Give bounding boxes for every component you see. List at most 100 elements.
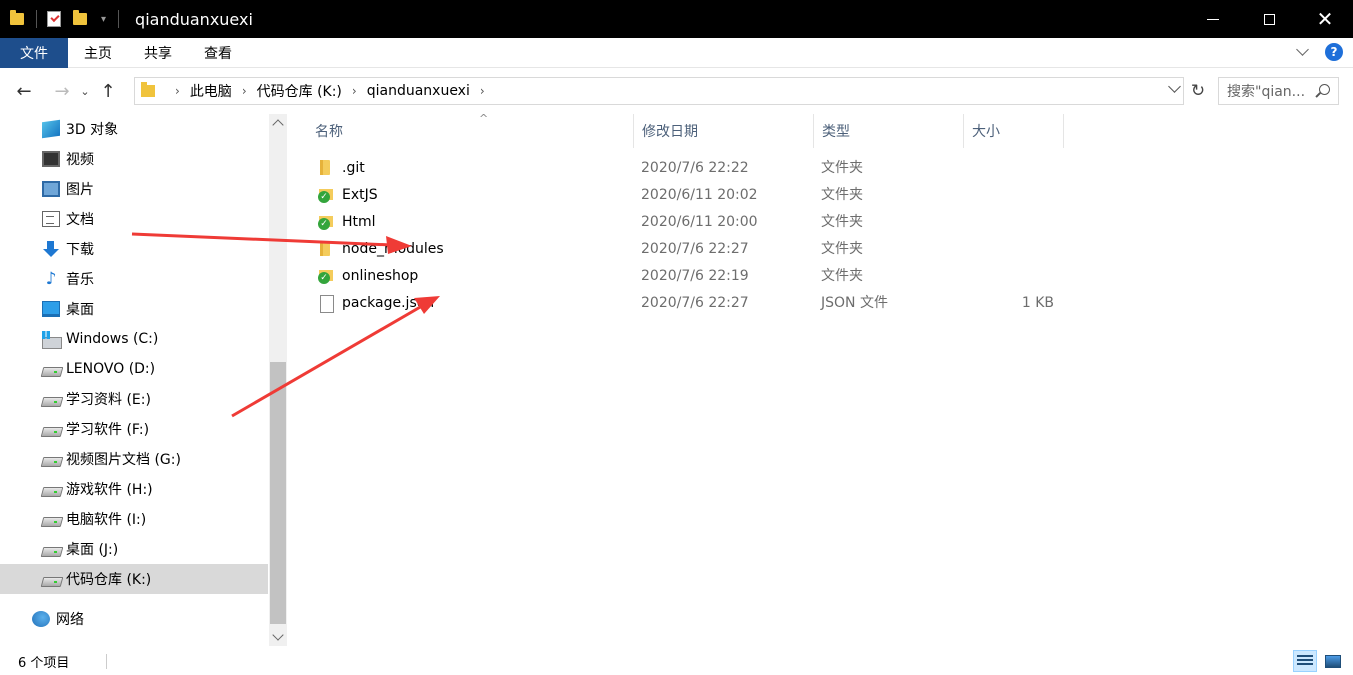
file-date: 2020/6/11 20:02 (641, 187, 758, 203)
nav-item-desktop[interactable]: 桌面 (0, 294, 268, 324)
file-name: onlineshop (342, 268, 419, 284)
nav-item-label: 桌面 (J:) (66, 542, 119, 558)
nav-item-drive-h[interactable]: 游戏软件 (H:) (0, 474, 268, 504)
music-icon: ♪ (45, 269, 57, 289)
address-bar[interactable]: › 此电脑 › 代码仓库 (K:) › qianduanxuexi › (134, 77, 1184, 105)
tab-view[interactable]: 查看 (188, 38, 248, 68)
breadcrumb-this-pc[interactable]: 此电脑 (190, 81, 232, 101)
details-view-button[interactable] (1293, 650, 1317, 672)
nav-item-label: 电脑软件 (I:) (66, 512, 147, 528)
title-bar: ▾ qianduanxuexi ✕ (0, 0, 1353, 38)
nav-item-label: 视频 (66, 152, 94, 168)
file-size (1012, 263, 1054, 290)
breadcrumb-drive-k[interactable]: 代码仓库 (K:) (257, 81, 342, 101)
ribbon-tabs: 文件 主页 共享 查看 ? (0, 37, 1353, 68)
breadcrumb-current-folder[interactable]: qianduanxuexi (367, 83, 470, 99)
file-date: 2020/7/6 22:19 (641, 268, 749, 284)
synced-folder-icon (318, 268, 334, 284)
recent-locations-button[interactable]: ⌄ (76, 77, 94, 105)
up-button[interactable]: ↑ (94, 77, 122, 105)
column-header-date[interactable]: 修改日期 (634, 114, 814, 148)
large-icons-view-icon (1325, 654, 1341, 668)
nav-item-network[interactable]: 网络 (0, 604, 268, 634)
file-date: 2020/7/6 22:22 (641, 160, 749, 176)
column-header-type[interactable]: 类型 (814, 114, 964, 148)
nav-item-drive-j[interactable]: 桌面 (J:) (0, 534, 268, 564)
close-button[interactable]: ✕ (1297, 0, 1353, 38)
back-button[interactable]: ← (10, 77, 38, 105)
nav-item-drive-f[interactable]: 学习软件 (F:) (0, 414, 268, 444)
maximize-icon (1263, 13, 1275, 25)
search-input[interactable]: 搜索"qian... (1218, 77, 1339, 105)
folder-icon[interactable] (10, 10, 24, 25)
drive-icon (42, 451, 60, 467)
nav-item-drive-c[interactable]: Windows (C:) (0, 324, 268, 354)
nav-item-label: 图片 (66, 182, 94, 198)
tab-file[interactable]: 文件 (0, 37, 68, 68)
nav-item-music[interactable]: ♪ 音乐 (0, 264, 268, 294)
nav-item-label: Windows (C:) (66, 331, 159, 347)
nav-item-label: LENOVO (D:) (66, 361, 156, 377)
nav-item-drive-g[interactable]: 视频图片文档 (G:) (0, 444, 268, 474)
large-icons-view-button[interactable] (1321, 650, 1345, 672)
column-header-size[interactable]: 大小 (964, 114, 1064, 148)
nav-item-label: 视频图片文档 (G:) (66, 452, 181, 468)
forward-button[interactable]: → (48, 77, 76, 105)
navigation-scrollbar[interactable] (269, 114, 287, 646)
refresh-button[interactable]: ↻ (1186, 79, 1210, 103)
chevron-right-icon[interactable]: › (242, 84, 247, 98)
scroll-down-icon[interactable] (269, 628, 287, 646)
scrollbar-thumb[interactable] (270, 362, 286, 624)
file-row[interactable]: onlineshop 2020/7/6 22:19 文件夹 (312, 263, 1072, 290)
search-icon[interactable] (1319, 84, 1330, 95)
minimize-icon (1207, 18, 1219, 20)
window-title: qianduanxuexi (135, 9, 253, 29)
nav-item-label: 代码仓库 (K:) (66, 572, 152, 588)
chevron-right-icon[interactable]: › (480, 84, 485, 98)
nav-item-documents[interactable]: 文档 (0, 204, 268, 234)
maximize-button[interactable] (1241, 0, 1297, 38)
file-list: 名称 ^ 修改日期 类型 大小 .git 2020/7/6 22:22 文件夹 … (292, 112, 1353, 646)
scroll-up-icon[interactable] (269, 114, 287, 132)
nav-item-drive-e[interactable]: 学习资料 (E:) (0, 384, 268, 414)
help-icon[interactable]: ? (1325, 43, 1343, 61)
minimize-button[interactable] (1185, 0, 1241, 38)
tab-home[interactable]: 主页 (68, 38, 128, 68)
network-icon (32, 611, 50, 627)
file-type: 文件夹 (821, 187, 863, 203)
column-header-name[interactable]: 名称 ^ (307, 112, 634, 148)
tab-share[interactable]: 共享 (128, 38, 188, 68)
folder-icon (318, 160, 334, 176)
downloads-icon (42, 241, 60, 257)
sort-ascending-icon: ^ (479, 112, 489, 125)
chevron-right-icon[interactable]: › (175, 84, 180, 98)
nav-item-drive-i[interactable]: 电脑软件 (I:) (0, 504, 268, 534)
chevron-down-icon[interactable]: ▾ (101, 14, 106, 25)
expand-ribbon-icon[interactable] (1296, 43, 1309, 56)
file-row[interactable]: .git 2020/7/6 22:22 文件夹 (312, 155, 1072, 182)
file-row[interactable]: Html 2020/6/11 20:00 文件夹 (312, 209, 1072, 236)
file-name: ExtJS (342, 187, 378, 203)
nav-item-drive-d[interactable]: LENOVO (D:) (0, 354, 268, 384)
chevron-down-icon[interactable] (1168, 80, 1181, 93)
divider (118, 10, 120, 28)
file-row[interactable]: ExtJS 2020/6/11 20:02 文件夹 (312, 182, 1072, 209)
divider (106, 654, 107, 669)
folder-icon (141, 82, 155, 97)
file-row[interactable]: package.json 2020/7/6 22:27 JSON 文件 1 KB (312, 290, 1072, 317)
file-date: 2020/7/6 22:27 (641, 295, 749, 311)
nav-item-downloads[interactable]: 下载 (0, 234, 268, 264)
nav-item-videos[interactable]: 视频 (0, 144, 268, 174)
file-type: 文件夹 (821, 214, 863, 230)
refresh-icon: ↻ (1190, 81, 1206, 101)
nav-item-drive-k[interactable]: 代码仓库 (K:) (0, 564, 268, 594)
chevron-right-icon[interactable]: › (352, 84, 357, 98)
arrow-up-icon: ↑ (100, 80, 116, 102)
desktop-icon (42, 301, 60, 317)
drive-icon (42, 571, 60, 587)
nav-item-3d-objects[interactable]: 3D 对象 (0, 114, 268, 144)
file-row[interactable]: node_modules 2020/7/6 22:27 文件夹 (312, 236, 1072, 263)
new-folder-icon[interactable] (73, 10, 87, 25)
nav-item-pictures[interactable]: 图片 (0, 174, 268, 204)
properties-icon[interactable] (47, 11, 61, 27)
